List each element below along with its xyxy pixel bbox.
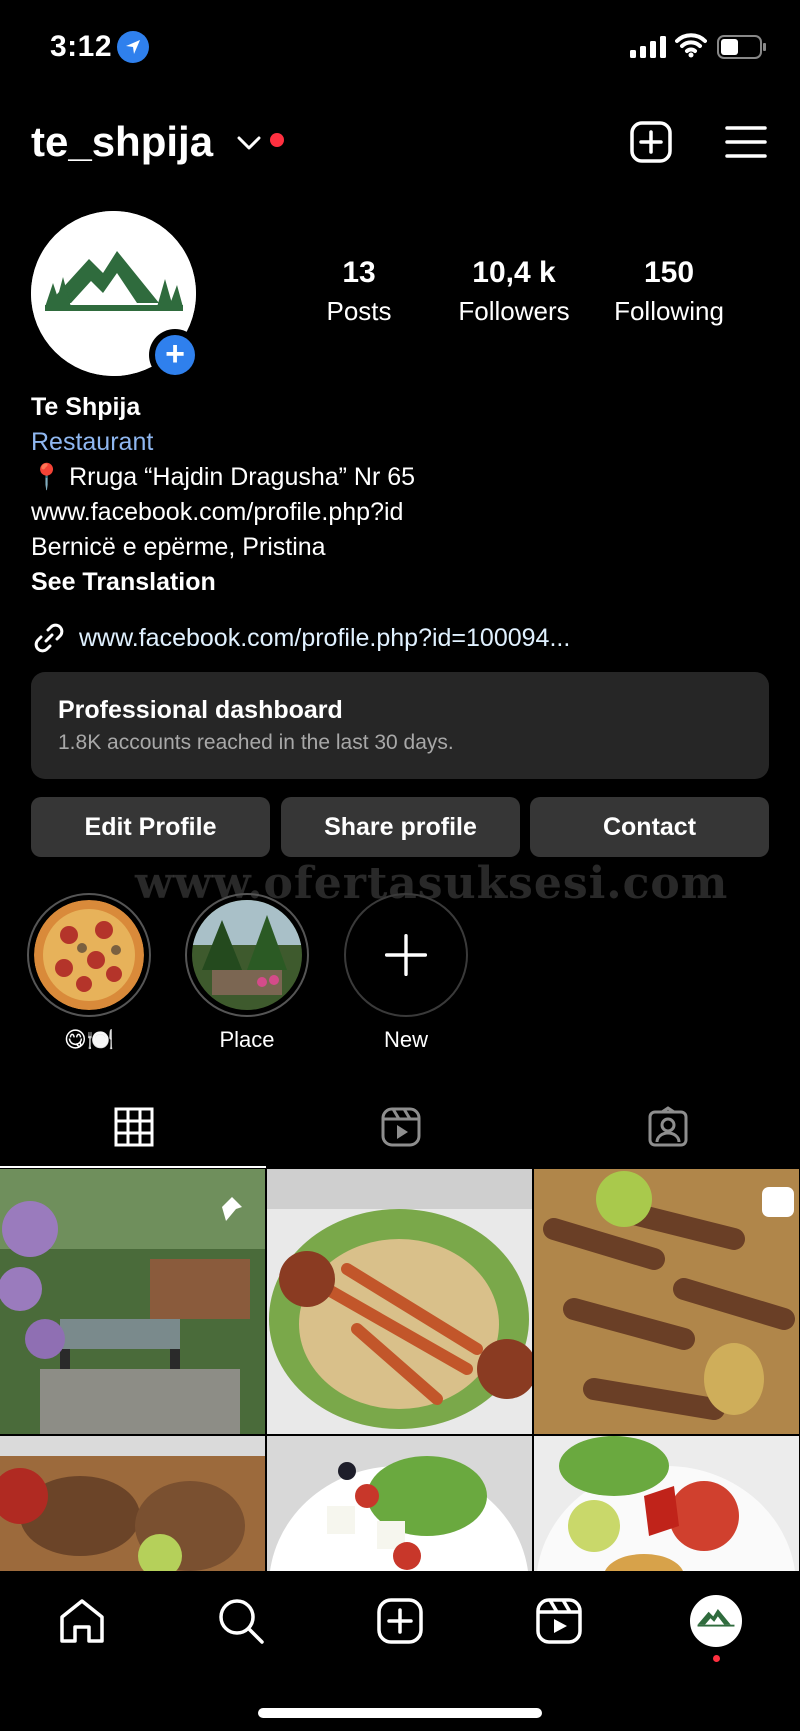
post-thumbnail[interactable] bbox=[534, 1169, 799, 1434]
profile-name: Te Shpija bbox=[31, 393, 141, 421]
location-arrow-icon bbox=[117, 31, 149, 63]
posts-count[interactable]: 13 Posts bbox=[313, 256, 405, 327]
grid-icon bbox=[114, 1107, 154, 1147]
followers-count[interactable]: 10,4 k Followers bbox=[448, 256, 580, 327]
profile-header: te_shpija bbox=[0, 110, 800, 174]
contact-button[interactable]: Contact bbox=[530, 797, 769, 857]
home-indicator bbox=[258, 1708, 542, 1718]
reel-badge-icon bbox=[762, 1187, 794, 1217]
highlight-label: Place bbox=[219, 1027, 275, 1052]
battery-icon bbox=[717, 35, 766, 59]
cellular-signal-icon bbox=[630, 36, 666, 58]
following-count-label: Following bbox=[614, 296, 724, 326]
post-thumbnail[interactable] bbox=[267, 1436, 532, 1571]
bio-line: Bernicë e epërme, Pristina bbox=[31, 533, 326, 561]
highlight-place[interactable]: Place bbox=[185, 893, 309, 1053]
bio-line: 📍 Rruga “Hajdin Dragusha” Nr 65 bbox=[31, 463, 416, 491]
post-thumbnail[interactable] bbox=[267, 1169, 532, 1434]
posts-count-label: Posts bbox=[326, 296, 392, 326]
post-thumbnail[interactable] bbox=[0, 1436, 265, 1571]
chevron-down-icon[interactable] bbox=[236, 134, 262, 152]
link-icon bbox=[34, 623, 64, 653]
wifi-icon bbox=[675, 33, 707, 58]
mountain-logo-icon bbox=[697, 1609, 735, 1627]
highlight-ring bbox=[185, 893, 309, 1017]
profile-category[interactable]: Restaurant bbox=[31, 425, 771, 460]
add-story-button[interactable]: + bbox=[149, 329, 201, 381]
profile-nav-avatar[interactable] bbox=[690, 1595, 742, 1647]
new-highlight-circle bbox=[344, 893, 468, 1017]
hamburger-menu-icon[interactable] bbox=[724, 122, 768, 162]
tab-posts-grid[interactable] bbox=[0, 1088, 266, 1168]
status-time: 3:12 bbox=[50, 30, 113, 63]
notification-dot bbox=[270, 133, 284, 147]
post-thumbnail[interactable] bbox=[0, 1169, 265, 1434]
profile-link-text[interactable]: www.facebook.com/profile.php?id=100094..… bbox=[79, 624, 570, 653]
followers-count-label: Followers bbox=[458, 296, 570, 326]
tab-tagged[interactable] bbox=[534, 1088, 800, 1168]
posts-count-value: 13 bbox=[342, 256, 376, 289]
highlight-pizza-image bbox=[34, 900, 144, 1010]
bottom-navigation bbox=[0, 1571, 800, 1731]
status-bar: 3:12 bbox=[0, 0, 800, 95]
post-thumbnail[interactable] bbox=[534, 1436, 799, 1571]
greek-salad-photo bbox=[267, 1436, 532, 1571]
profile-link[interactable]: www.facebook.com/profile.php?id=100094..… bbox=[31, 620, 570, 656]
notification-dot bbox=[713, 1655, 720, 1662]
chicken-salad-photo bbox=[534, 1436, 799, 1571]
posts-grid bbox=[0, 1169, 800, 1571]
following-count[interactable]: 150 Following bbox=[604, 256, 734, 327]
create-post-icon[interactable] bbox=[629, 120, 673, 164]
highlight-label: 😋🍽️ bbox=[63, 1027, 115, 1052]
garden-photo bbox=[0, 1169, 265, 1434]
highlight-place-image bbox=[192, 900, 302, 1010]
sausages-platter-photo bbox=[534, 1169, 799, 1434]
professional-dashboard-card[interactable]: Professional dashboard 1.8K accounts rea… bbox=[31, 672, 769, 779]
dashboard-subtitle: 1.8K accounts reached in the last 30 day… bbox=[58, 731, 454, 754]
bio-line: www.facebook.com/profile.php?id bbox=[31, 498, 404, 526]
grilled-peppers-photo bbox=[267, 1169, 532, 1434]
followers-count-value: 10,4 k bbox=[472, 256, 556, 289]
see-translation-link[interactable]: See Translation bbox=[31, 565, 771, 600]
profile-tabs bbox=[0, 1088, 800, 1168]
grilled-meat-photo bbox=[0, 1436, 265, 1571]
reels-nav-icon[interactable] bbox=[533, 1595, 585, 1647]
highlight-new[interactable]: New bbox=[344, 893, 468, 1053]
edit-profile-button[interactable]: Edit Profile bbox=[31, 797, 270, 857]
reels-icon bbox=[381, 1107, 421, 1147]
profile-username[interactable]: te_shpija bbox=[31, 118, 213, 166]
tagged-person-icon bbox=[648, 1106, 688, 1147]
highlight-food[interactable]: 😋🍽️ bbox=[27, 893, 151, 1053]
highlight-ring bbox=[27, 893, 151, 1017]
dashboard-title: Professional dashboard bbox=[58, 696, 343, 724]
home-icon[interactable] bbox=[56, 1595, 108, 1647]
create-icon[interactable] bbox=[374, 1595, 426, 1647]
following-count-value: 150 bbox=[643, 256, 695, 289]
profile-bio: Te Shpija Restaurant 📍 Rruga “Hajdin Dra… bbox=[31, 390, 771, 600]
plus-icon bbox=[384, 933, 428, 977]
search-icon[interactable] bbox=[215, 1595, 267, 1647]
share-profile-button[interactable]: Share profile bbox=[281, 797, 520, 857]
highlight-label: New bbox=[383, 1027, 428, 1052]
tab-reels[interactable] bbox=[267, 1088, 533, 1168]
plus-icon: + bbox=[155, 335, 195, 375]
